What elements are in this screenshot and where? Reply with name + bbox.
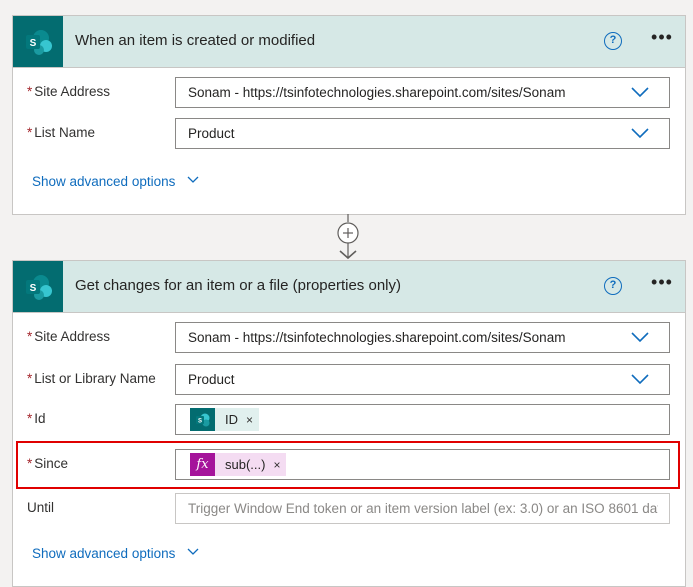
id-token[interactable]: S ID × bbox=[190, 408, 260, 431]
action-site-address-row: * Site Address Sonam - https://tsinfotech… bbox=[13, 322, 687, 354]
site-address-value: Sonam - https://tsinfotechnologies.share… bbox=[188, 85, 566, 100]
sharepoint-token-icon: S bbox=[190, 408, 215, 431]
sharepoint-logo-icon: S bbox=[13, 261, 63, 312]
more-options-icon[interactable]: ••• bbox=[649, 273, 675, 296]
site-address-dropdown[interactable]: Sonam - https://tsinfotechnologies.share… bbox=[175, 77, 670, 108]
trigger-card-header[interactable]: S When an item is created or modified ? … bbox=[13, 16, 685, 68]
chevron-down-icon bbox=[187, 548, 199, 555]
list-name-label: * List or Library Name bbox=[27, 371, 156, 386]
remove-token-icon[interactable]: × bbox=[246, 413, 253, 427]
sharepoint-logo-icon: S bbox=[13, 16, 63, 67]
add-step-connector[interactable] bbox=[335, 214, 361, 260]
site-address-value: Sonam - https://tsinfotechnologies.share… bbox=[188, 330, 566, 345]
until-input[interactable]: Trigger Window End token or an item vers… bbox=[175, 493, 670, 524]
trigger-title: When an item is created or modified bbox=[75, 32, 316, 49]
id-token-label: ID bbox=[225, 412, 238, 427]
action-card-header[interactable]: S Get changes for an item or a file (pro… bbox=[13, 261, 685, 313]
trigger-site-address-row: * Site Address Sonam - https://tsinfotech… bbox=[13, 77, 687, 109]
id-input[interactable]: S ID × bbox=[175, 404, 670, 435]
chevron-down-icon[interactable] bbox=[631, 127, 649, 139]
help-icon[interactable]: ? bbox=[604, 32, 622, 50]
svg-text:S: S bbox=[197, 418, 201, 424]
until-label: Until bbox=[27, 500, 55, 515]
chevron-down-icon bbox=[187, 176, 199, 183]
trigger-list-name-row: * List Name Product bbox=[13, 118, 687, 150]
list-name-label: * List Name bbox=[27, 125, 96, 140]
since-highlight-box bbox=[16, 441, 680, 489]
svg-text:S: S bbox=[30, 38, 37, 49]
site-address-label: * Site Address bbox=[27, 84, 111, 99]
list-name-value: Product bbox=[188, 126, 235, 141]
id-label: * Id bbox=[27, 411, 46, 426]
list-name-dropdown[interactable]: Product bbox=[175, 118, 670, 149]
trigger-card: S When an item is created or modified ? … bbox=[12, 15, 686, 215]
action-until-row: Until Trigger Window End token or an ite… bbox=[13, 493, 687, 525]
site-address-dropdown[interactable]: Sonam - https://tsinfotechnologies.share… bbox=[175, 322, 670, 353]
more-options-icon[interactable]: ••• bbox=[649, 28, 675, 51]
chevron-down-icon[interactable] bbox=[631, 331, 649, 343]
action-list-name-row: * List or Library Name Product bbox=[13, 364, 687, 396]
action-card: S Get changes for an item or a file (pro… bbox=[12, 260, 686, 587]
action-title: Get changes for an item or a file (prope… bbox=[75, 277, 401, 294]
action-id-row: * Id S ID × bbox=[13, 404, 687, 436]
site-address-label: * Site Address bbox=[27, 329, 111, 344]
show-advanced-options-link[interactable]: Show advanced options bbox=[32, 174, 199, 189]
list-name-value: Product bbox=[188, 372, 235, 387]
chevron-down-icon[interactable] bbox=[631, 86, 649, 98]
list-name-dropdown[interactable]: Product bbox=[175, 364, 670, 395]
svg-text:S: S bbox=[30, 283, 37, 294]
show-advanced-options-link[interactable]: Show advanced options bbox=[32, 546, 199, 561]
until-placeholder: Trigger Window End token or an item vers… bbox=[188, 501, 658, 516]
chevron-down-icon[interactable] bbox=[631, 373, 649, 385]
help-icon[interactable]: ? bbox=[604, 277, 622, 295]
